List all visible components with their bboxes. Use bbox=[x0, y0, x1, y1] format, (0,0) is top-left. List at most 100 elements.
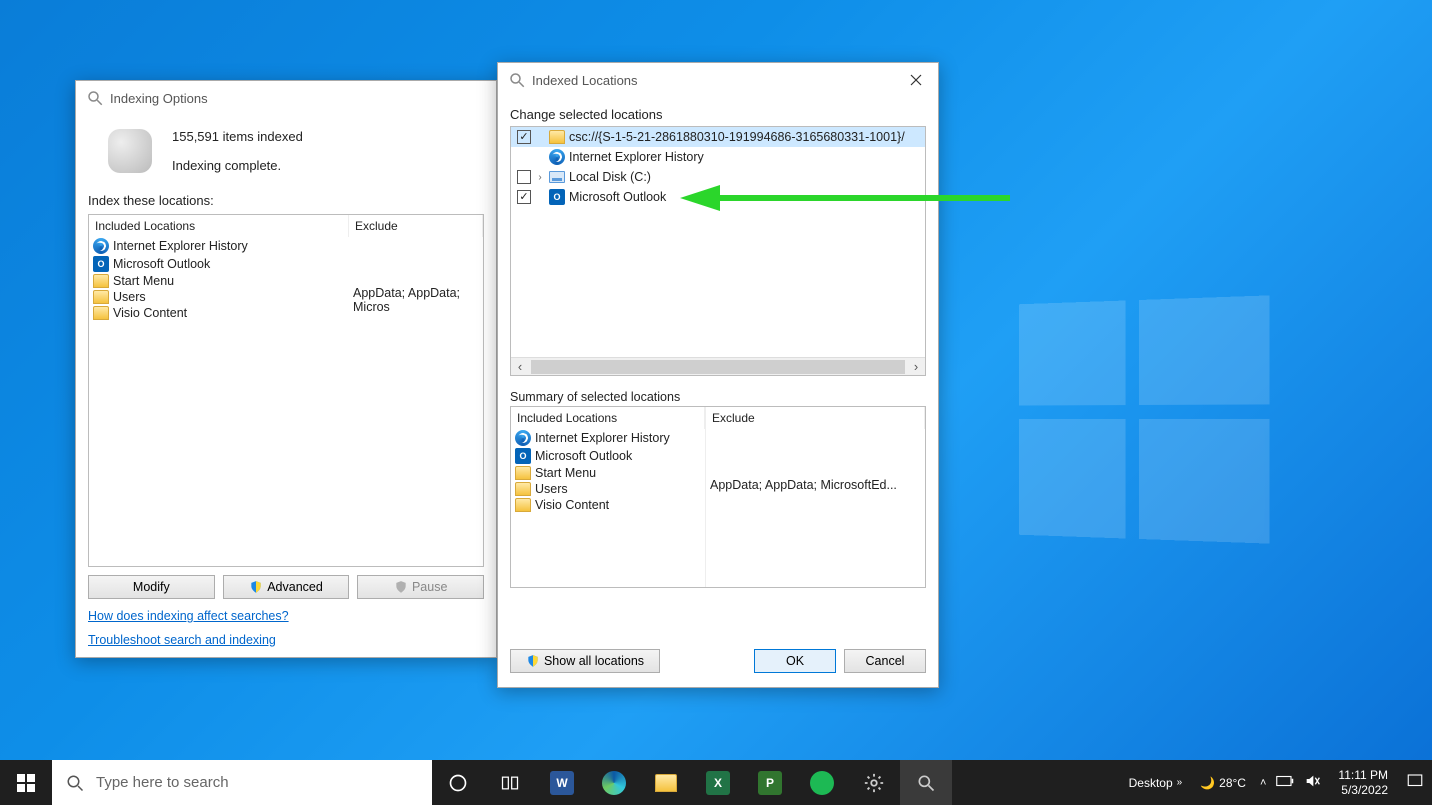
list-item: OMicrosoft Outlook bbox=[511, 447, 705, 465]
folder-icon bbox=[515, 482, 531, 496]
locations-listview[interactable]: Included Locations Internet Explorer His… bbox=[88, 214, 484, 567]
horizontal-scrollbar[interactable]: ‹ › bbox=[511, 357, 925, 375]
dialog-title: Indexed Locations bbox=[532, 73, 638, 88]
excel-icon[interactable]: X bbox=[692, 760, 744, 805]
edge-icon[interactable] bbox=[588, 760, 640, 805]
titlebar[interactable]: Indexing Options bbox=[76, 81, 496, 115]
outlook-icon: O bbox=[515, 448, 531, 464]
explorer-icon[interactable] bbox=[640, 760, 692, 805]
indexing-status-text: Indexing complete. bbox=[172, 158, 303, 173]
ie-icon bbox=[515, 430, 531, 446]
pause-button: Pause bbox=[357, 575, 484, 599]
scroll-left-icon[interactable]: ‹ bbox=[511, 359, 529, 374]
tree-item[interactable]: O Microsoft Outlook bbox=[511, 187, 925, 207]
folder-icon bbox=[93, 274, 109, 288]
notifications-icon[interactable] bbox=[1406, 772, 1424, 793]
ok-button[interactable]: OK bbox=[754, 649, 836, 673]
folder-icon bbox=[515, 498, 531, 512]
scroll-right-icon[interactable]: › bbox=[907, 359, 925, 374]
taskbar-search[interactable]: Type here to search bbox=[52, 760, 432, 805]
shield-icon bbox=[526, 654, 540, 668]
gear-icon bbox=[863, 772, 885, 794]
list-item: Visio Content bbox=[511, 497, 705, 513]
shield-icon bbox=[394, 580, 408, 594]
word-icon[interactable]: W bbox=[536, 760, 588, 805]
outlook-icon: O bbox=[93, 256, 109, 272]
disk-icon bbox=[549, 171, 565, 183]
spotify-icon[interactable] bbox=[796, 760, 848, 805]
column-exclude[interactable]: Exclude bbox=[706, 407, 925, 429]
start-button[interactable] bbox=[0, 760, 52, 805]
items-indexed-text: 155,591 items indexed bbox=[172, 129, 303, 144]
advanced-button[interactable]: Advanced bbox=[223, 575, 350, 599]
shield-icon bbox=[249, 580, 263, 594]
locations-tree[interactable]: csc://{S-1-5-21-2861880310-191994686-316… bbox=[510, 126, 926, 376]
settings-icon[interactable] bbox=[848, 760, 900, 805]
scroll-thumb[interactable] bbox=[531, 360, 905, 374]
list-item: Start Menu bbox=[89, 273, 349, 289]
indexing-help-link[interactable]: How does indexing affect searches? bbox=[88, 609, 484, 623]
list-item: Users bbox=[89, 289, 349, 305]
list-item: Users bbox=[511, 481, 705, 497]
list-item: Visio Content bbox=[89, 305, 349, 321]
column-included[interactable]: Included Locations bbox=[89, 215, 349, 237]
change-locations-label: Change selected locations bbox=[510, 107, 926, 122]
outlook-icon: O bbox=[549, 189, 565, 205]
list-item: Start Menu bbox=[511, 465, 705, 481]
close-icon bbox=[910, 74, 922, 86]
index-locations-label: Index these locations: bbox=[88, 193, 484, 208]
indexing-icon bbox=[508, 71, 526, 89]
column-included[interactable]: Included Locations bbox=[511, 407, 705, 429]
indexed-locations-dialog: Indexed Locations Change selected locati… bbox=[497, 62, 939, 688]
windows-logo-backdrop bbox=[1019, 295, 1270, 543]
circle-icon bbox=[448, 773, 468, 793]
battery-icon[interactable] bbox=[1276, 775, 1294, 790]
exclude-cell: AppData; AppData; MicrosoftEd... bbox=[706, 477, 925, 493]
taskbar: Type here to search W X P Desktop » 🌙 28… bbox=[0, 760, 1432, 805]
folder-icon bbox=[93, 290, 109, 304]
search-placeholder: Type here to search bbox=[96, 774, 229, 791]
checkbox[interactable] bbox=[517, 190, 531, 204]
chevron-icon: » bbox=[1177, 777, 1183, 788]
troubleshoot-link[interactable]: Troubleshoot search and indexing bbox=[88, 633, 484, 647]
tree-item[interactable]: Internet Explorer History bbox=[511, 147, 925, 167]
show-all-locations-button[interactable]: Show all locations bbox=[510, 649, 660, 673]
desktop-toolbar[interactable]: Desktop » bbox=[1125, 776, 1187, 790]
modify-button[interactable]: Modify bbox=[88, 575, 215, 599]
folder-icon bbox=[93, 306, 109, 320]
indexing-options-taskbar-icon[interactable] bbox=[900, 760, 952, 805]
list-item: OMicrosoft Outlook bbox=[89, 255, 349, 273]
volume-icon[interactable] bbox=[1304, 773, 1320, 792]
search-icon bbox=[66, 774, 84, 792]
cancel-button[interactable]: Cancel bbox=[844, 649, 926, 673]
tree-item[interactable]: csc://{S-1-5-21-2861880310-191994686-316… bbox=[511, 127, 925, 147]
list-item: Internet Explorer History bbox=[511, 429, 705, 447]
folder-icon bbox=[549, 130, 565, 144]
cortana-icon[interactable] bbox=[432, 760, 484, 805]
list-item: Internet Explorer History bbox=[89, 237, 349, 255]
checkbox[interactable] bbox=[517, 130, 531, 144]
tree-item[interactable]: › Local Disk (C:) bbox=[511, 167, 925, 187]
checkbox[interactable] bbox=[517, 170, 531, 184]
moon-icon: 🌙 bbox=[1200, 776, 1215, 790]
folder-icon bbox=[515, 466, 531, 480]
tray-chevron-icon[interactable]: ˄ bbox=[1260, 777, 1266, 789]
summary-label: Summary of selected locations bbox=[510, 390, 926, 404]
ie-icon bbox=[549, 149, 565, 165]
close-button[interactable] bbox=[894, 63, 938, 97]
exclude-cell: AppData; AppData; Micros bbox=[349, 285, 483, 315]
expand-icon[interactable]: › bbox=[535, 172, 545, 183]
weather-widget[interactable]: 🌙 28°C bbox=[1196, 776, 1250, 790]
titlebar[interactable]: Indexed Locations bbox=[498, 63, 938, 97]
taskbar-clock[interactable]: 11:11 PM 5/3/2022 bbox=[1330, 768, 1396, 797]
indexing-options-dialog: Indexing Options 155,591 items indexed I… bbox=[75, 80, 497, 658]
indexing-icon bbox=[86, 89, 104, 107]
task-view-icon[interactable] bbox=[484, 760, 536, 805]
magnifier-icon bbox=[108, 129, 152, 173]
windows-logo-icon bbox=[17, 774, 35, 792]
dialog-title: Indexing Options bbox=[110, 91, 208, 106]
summary-listview[interactable]: Included Locations Internet Explorer His… bbox=[510, 406, 926, 588]
project-icon[interactable]: P bbox=[744, 760, 796, 805]
column-exclude[interactable]: Exclude bbox=[349, 215, 483, 237]
ie-icon bbox=[93, 238, 109, 254]
